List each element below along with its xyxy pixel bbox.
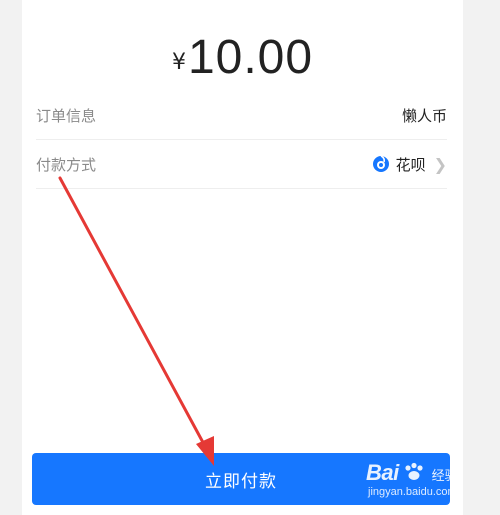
payment-method-selector[interactable]: 花呗 ❯ <box>372 154 447 175</box>
huabei-icon <box>372 155 389 172</box>
amount-value: 10.00 <box>187 31 314 84</box>
order-info-value: 懒人币 <box>401 106 447 125</box>
order-info-row: 订单信息 懒人币 <box>36 91 447 140</box>
payment-method-value: 花呗 <box>395 155 426 174</box>
chevron-right-icon: ❯ <box>433 154 447 174</box>
order-info-label: 订单信息 <box>36 106 97 125</box>
pay-now-label: 立即付款 <box>205 471 277 492</box>
payment-method-row[interactable]: 付款方式 花呗 ❯ <box>36 140 447 189</box>
payment-amount: ¥10.00 <box>22 30 463 85</box>
payment-method-label: 付款方式 <box>36 155 97 174</box>
payment-sheet: ¥10.00 订单信息 懒人币 付款方式 花呗 ❯ <box>22 0 463 515</box>
pay-now-button[interactable]: 立即付款 <box>32 453 450 505</box>
currency-symbol: ¥ <box>171 50 186 75</box>
